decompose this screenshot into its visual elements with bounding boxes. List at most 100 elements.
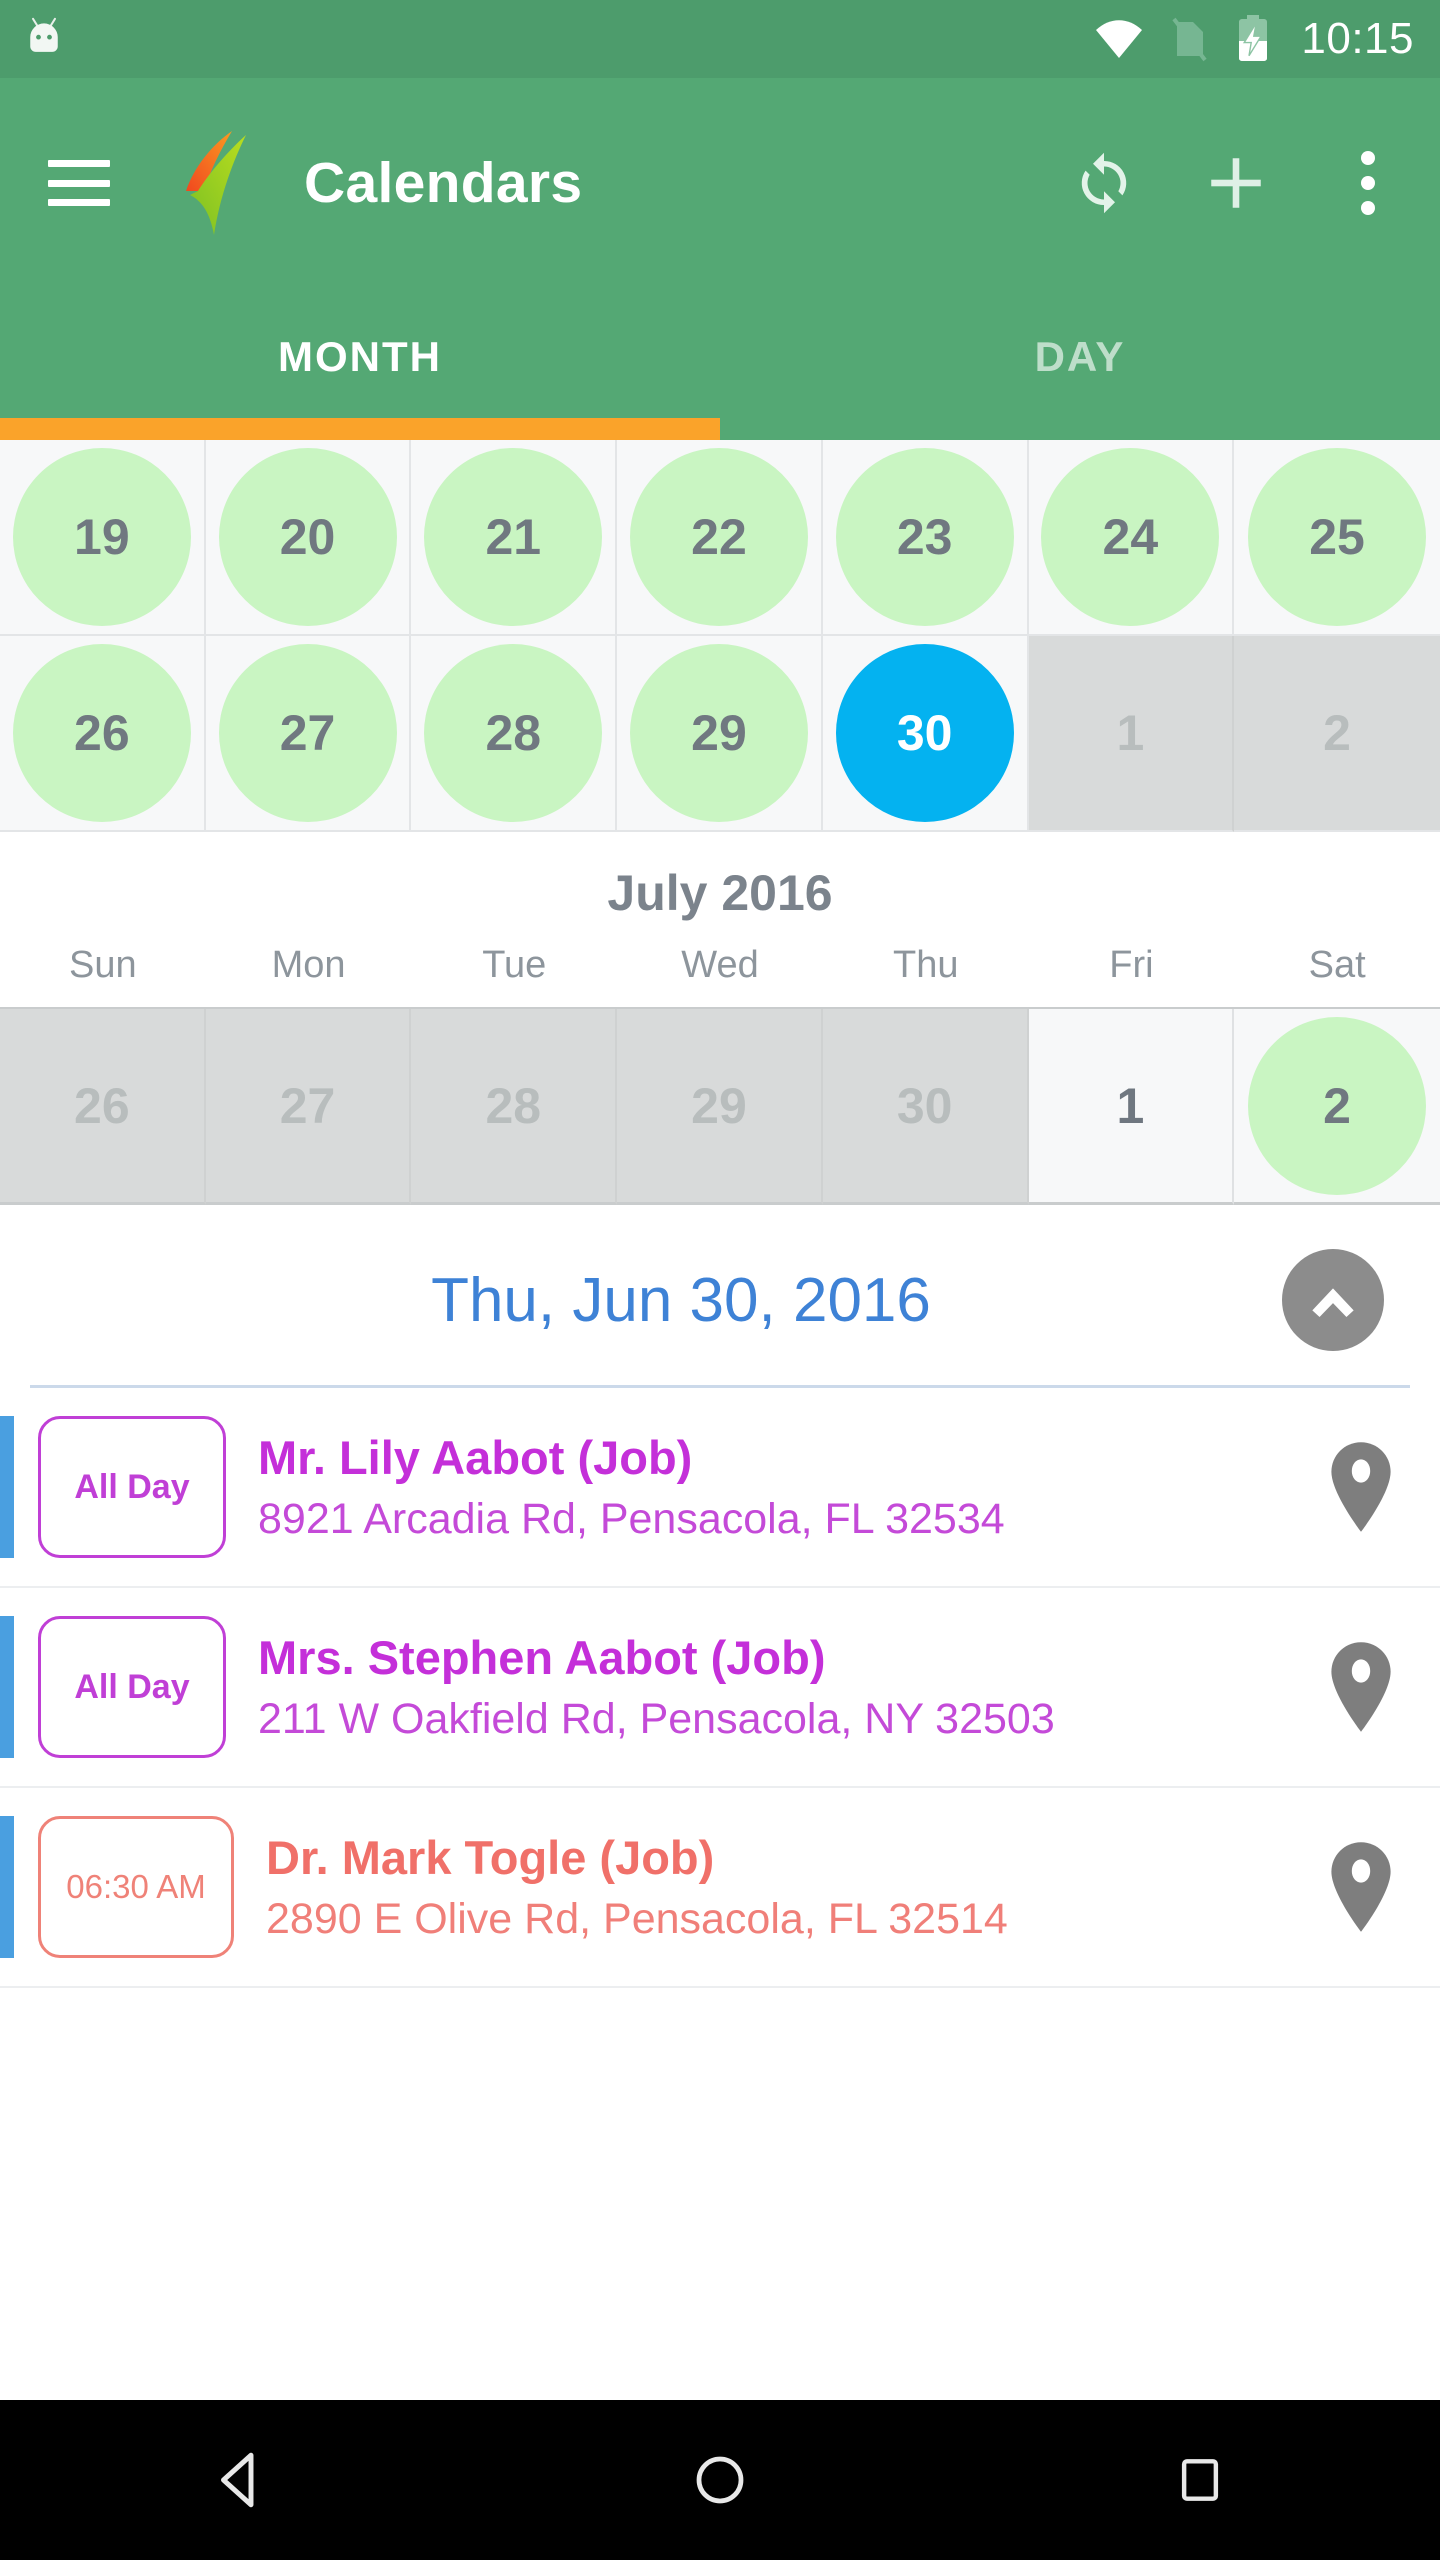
app-screen: 10:15 Calendars MONTH DAY 19 20 21 22 23…	[0, 0, 1440, 2560]
month-preview-row: 26 27 28 29 30 1 2	[0, 1007, 1440, 1205]
android-head-icon	[30, 17, 58, 52]
day-cell[interactable]: 27	[205, 636, 412, 832]
back-button[interactable]	[160, 2400, 320, 2560]
current-week-grid: 19 20 21 22 23 24 25 26 27 28 29 30 1 2	[0, 440, 1440, 832]
battery-charging-icon	[1239, 15, 1268, 61]
day-number: 22	[629, 448, 808, 626]
month-header-block: July 2016 Sun Mon Tue Wed Thu Fri Sat	[0, 832, 1440, 1007]
event-text: Mr. Lily Aabot (Job) 8921 Arcadia Rd, Pen…	[226, 1430, 1320, 1544]
view-tabs: MONTH DAY	[0, 288, 1440, 440]
event-accent-bar	[0, 1816, 14, 1958]
day-cell[interactable]: 24	[1028, 440, 1235, 636]
day-cell[interactable]: 25	[1234, 440, 1440, 636]
day-number: 26	[12, 644, 191, 822]
android-nav-bar	[0, 2400, 1440, 2560]
event-accent-bar	[0, 1616, 14, 1758]
day-cell[interactable]: 29	[617, 636, 823, 832]
day-number: 19	[12, 448, 191, 626]
agenda-empty-space	[0, 1988, 1440, 2400]
chevron-up-icon[interactable]	[1282, 1249, 1384, 1351]
event-address: 8921 Arcadia Rd, Pensacola, FL 32534	[258, 1495, 1005, 1543]
event-time-badge: All Day	[38, 1616, 226, 1758]
agenda-date-label: Thu, Jun 30, 2016	[431, 1265, 931, 1335]
overflow-menu-icon[interactable]	[1332, 147, 1404, 219]
event-text: Mrs. Stephen Aabot (Job) 211 W Oakfield R…	[226, 1630, 1320, 1744]
day-cell[interactable]: 22	[617, 440, 823, 636]
preview-day-cell[interactable]: 2	[1234, 1009, 1440, 1205]
status-bar-right: 10:15	[1093, 13, 1414, 65]
day-cell[interactable]: 20	[205, 440, 412, 636]
day-number: 30	[835, 644, 1014, 822]
preview-day-cell[interactable]: 30	[822, 1009, 1029, 1205]
event-time-badge: All Day	[38, 1416, 226, 1558]
app-logo-checkmark-icon	[162, 123, 272, 243]
month-title: July 2016	[607, 865, 833, 921]
day-cell[interactable]: 23	[822, 440, 1029, 636]
event-address: 211 W Oakfield Rd, Pensacola, NY 32503	[258, 1695, 1055, 1743]
event-title: Dr. Mark Togle (Job)	[266, 1831, 715, 1884]
weekday-label: Wed	[681, 944, 759, 986]
weekday-label: Thu	[892, 944, 959, 986]
weekday-label: Tue	[482, 944, 547, 986]
event-time-badge: 06:30 AM	[38, 1816, 234, 1958]
app-bar: Calendars	[0, 78, 1440, 288]
location-pin-icon[interactable]	[1320, 1839, 1440, 1935]
day-cell[interactable]: 21	[411, 440, 618, 636]
event-title: Mrs. Stephen Aabot (Job)	[258, 1631, 826, 1684]
day-number: 28	[424, 644, 603, 822]
event-address: 2890 E Olive Rd, Pensacola, FL 32514	[266, 1895, 1008, 1943]
day-cell[interactable]: 1	[1028, 636, 1235, 832]
event-list: All Day Mr. Lily Aabot (Job) 8921 Arcadia …	[0, 1388, 1440, 1988]
day-number: 2	[1248, 1016, 1427, 1195]
day-number: 27	[218, 644, 397, 822]
day-number: 24	[1041, 448, 1220, 626]
day-cell[interactable]: 30	[822, 636, 1029, 832]
add-icon[interactable]	[1200, 147, 1272, 219]
day-number: 29	[691, 1077, 747, 1134]
preview-day-cell[interactable]: 27	[205, 1009, 412, 1205]
weekday-label: Sun	[69, 944, 137, 986]
event-row[interactable]: All Day Mr. Lily Aabot (Job) 8921 Arcadia …	[0, 1388, 1440, 1588]
day-cell[interactable]: 28	[411, 636, 618, 832]
tab-day[interactable]: DAY	[720, 288, 1440, 440]
wifi-icon	[1096, 20, 1143, 58]
app-bar-actions	[1068, 147, 1404, 219]
weekday-labels: Sun Mon Tue Wed Thu Fri Sat	[0, 944, 1440, 1007]
preview-day-cell[interactable]: 29	[617, 1009, 823, 1205]
preview-day-cell[interactable]: 28	[411, 1009, 618, 1205]
weekday-label: Sat	[1308, 944, 1366, 986]
no-sim-icon	[1172, 17, 1207, 62]
hamburger-menu-icon[interactable]	[48, 160, 110, 206]
preview-day-cell[interactable]: 26	[0, 1009, 206, 1205]
home-button[interactable]	[640, 2400, 800, 2560]
day-number: 21	[424, 448, 603, 626]
tab-indicator	[0, 418, 720, 440]
day-number: 1	[1116, 1077, 1145, 1134]
day-number: 1	[1116, 705, 1145, 761]
preview-day-cell[interactable]: 1	[1028, 1009, 1235, 1205]
day-number: 30	[896, 1077, 953, 1134]
day-cell[interactable]: 26	[0, 636, 206, 832]
event-title: Mr. Lily Aabot (Job)	[258, 1431, 693, 1484]
day-cell[interactable]: 2	[1234, 636, 1440, 832]
app-title: Calendars	[304, 151, 583, 215]
recents-button[interactable]	[1120, 2400, 1280, 2560]
day-number: 29	[629, 644, 808, 822]
location-pin-icon[interactable]	[1320, 1639, 1440, 1735]
status-bar-left	[22, 15, 66, 63]
day-number: 23	[835, 448, 1014, 626]
day-number: 20	[218, 448, 397, 626]
event-text: Dr. Mark Togle (Job) 2890 E Olive Rd, Pen…	[234, 1830, 1320, 1944]
refresh-icon[interactable]	[1068, 147, 1140, 219]
event-row[interactable]: 06:30 AM Dr. Mark Togle (Job) 2890 E Olive…	[0, 1788, 1440, 1988]
day-cell[interactable]: 19	[0, 440, 206, 636]
agenda-panel: Thu, Jun 30, 2016 All Day Mr. Lily Aabot …	[0, 1205, 1440, 2400]
day-number: 25	[1248, 448, 1427, 626]
day-number: 28	[485, 1077, 542, 1134]
day-number: 27	[279, 1077, 336, 1134]
event-row[interactable]: All Day Mrs. Stephen Aabot (Job) 211 W Oak…	[0, 1588, 1440, 1788]
event-accent-bar	[0, 1416, 14, 1558]
location-pin-icon[interactable]	[1320, 1439, 1440, 1535]
status-bar: 10:15	[0, 0, 1440, 78]
weekday-label: Mon	[271, 944, 346, 986]
